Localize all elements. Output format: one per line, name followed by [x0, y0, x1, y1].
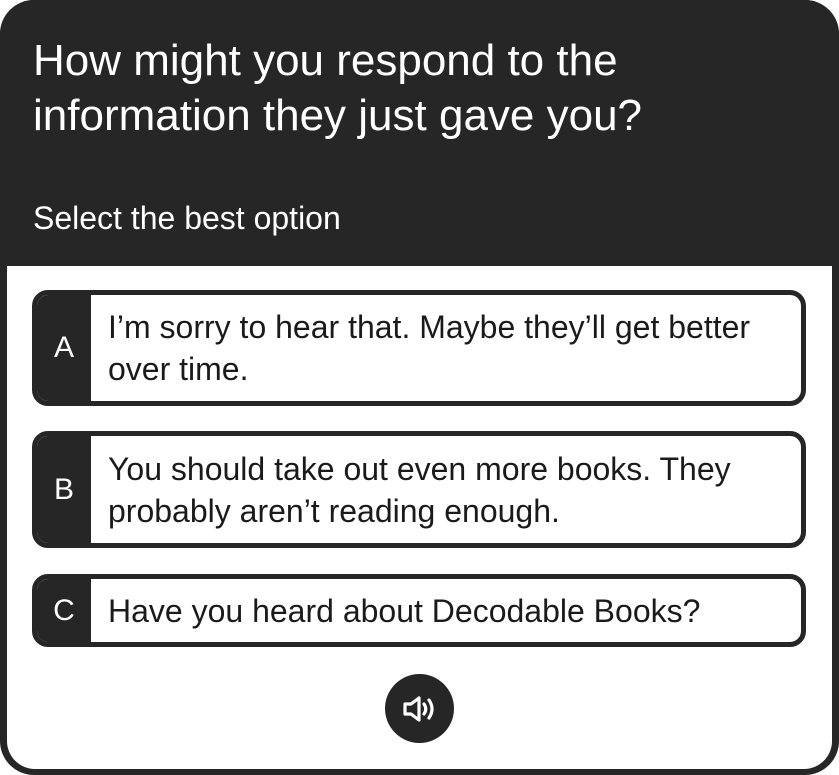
options-panel: A I’m sorry to hear that. Maybe they’ll … [7, 266, 832, 769]
option-letter: A [37, 295, 91, 401]
option-letter: C [37, 579, 91, 642]
question-card: How might you respond to the information… [0, 0, 839, 775]
question-title: How might you respond to the information… [33, 36, 643, 140]
instruction-text: Select the best option [33, 200, 341, 236]
audio-play-button[interactable] [385, 674, 454, 743]
option-text: You should take out even more books. The… [108, 450, 731, 529]
option-text: I’m sorry to hear that. Maybe they’ll ge… [108, 309, 751, 387]
option-c[interactable]: C Have you heard about Decodable Books? [32, 574, 806, 647]
speaker-icon [402, 694, 438, 724]
option-letter: B [37, 436, 91, 543]
option-text: Have you heard about Decodable Books? [108, 592, 701, 629]
option-a[interactable]: A I’m sorry to hear that. Maybe they’ll … [32, 290, 806, 406]
option-b[interactable]: B You should take out even more books. T… [32, 431, 806, 548]
question-header: How might you respond to the information… [0, 0, 839, 266]
